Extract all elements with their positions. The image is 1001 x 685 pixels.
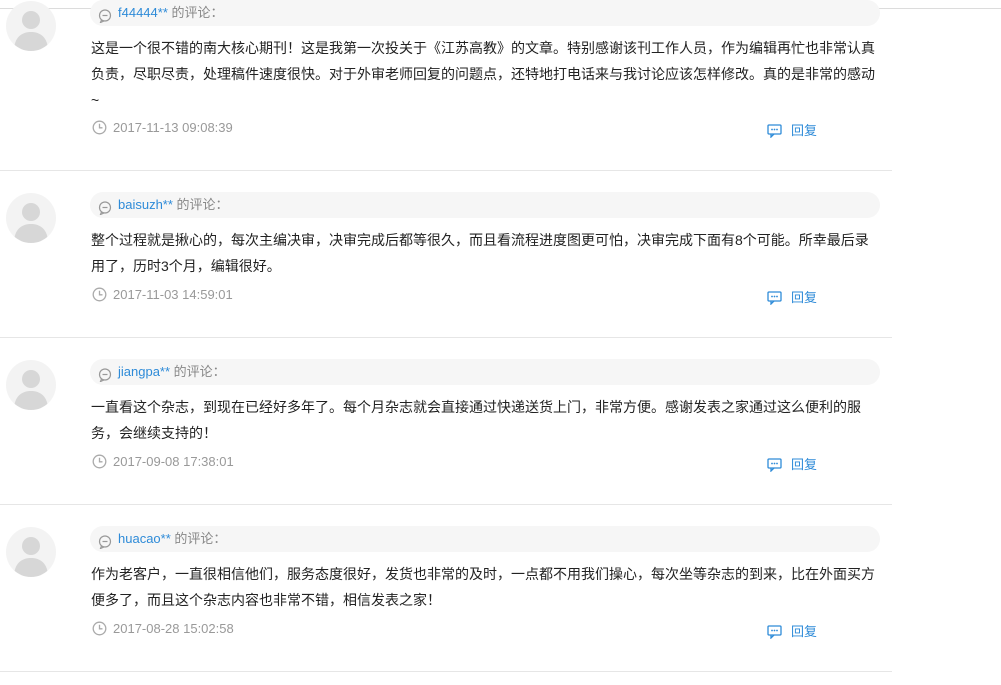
comment-text: 这是一个很不错的南大核心期刊！这是我第一次投关于《江苏高教》的文章。特别感谢该刊… [91,40,875,108]
comment-author[interactable]: jiangpa** 的评论： [118,359,226,385]
avatar [6,193,56,243]
reply-icon [767,458,783,476]
avatar [6,1,56,51]
comment-author-suffix: 的评论： [172,197,229,212]
comment-item: huacao** 的评论： 作为老客户，一直很相信他们，服务态度很好，发货也非常… [0,505,892,672]
avatar [6,527,56,577]
comment-author-bar: huacao** 的评论： [90,526,880,552]
comment-text: 作为老客户，一直很相信他们，服务态度很好，发货也非常的及时，一点都不用我们操心，… [91,566,875,608]
comment-author-bar: f44444** 的评论： [90,0,880,26]
comment-timestamp: 2017-11-13 09:08:39 [113,120,233,135]
comment-bubble-icon [98,198,112,224]
reply-label: 回复 [791,123,818,138]
clock-icon [92,454,107,473]
comment-text: 整个过程就是揪心的，每次主编决审，决审完成后都等很久，而且看流程进度图更可怕，决… [91,232,869,274]
comment-bubble-icon [98,532,112,558]
reply-icon [767,124,783,142]
comment-author[interactable]: baisuzh** 的评论： [118,192,229,218]
comment-item: baisuzh** 的评论： 整个过程就是揪心的，每次主编决审，决审完成后都等很… [0,171,892,338]
comment-item: f44444** 的评论： 这是一个很不错的南大核心期刊！这是我第一次投关于《江… [0,0,892,171]
comment-text: 一直看这个杂志，到现在已经好多年了。每个月杂志就会直接通过快递送货上门，非常方便… [91,399,861,441]
comment-author[interactable]: huacao** 的评论： [118,526,226,552]
reply-icon [767,625,783,643]
clock-icon [92,120,107,139]
comment-bubble-icon [98,365,112,391]
comment-bubble-icon [98,6,112,32]
clock-icon [92,621,107,640]
comment-author-suffix: 的评论： [170,531,227,546]
comment-timestamp: 2017-11-03 14:59:01 [113,287,233,302]
comment-author-suffix: 的评论： [167,5,224,20]
comment-author-suffix: 的评论： [170,364,226,379]
comment-timestamp: 2017-09-08 17:38:01 [113,454,234,469]
reply-label: 回复 [791,624,818,639]
avatar [6,360,56,410]
comment-author-bar: baisuzh** 的评论： [90,192,880,218]
reply-label: 回复 [791,290,818,305]
reply-label: 回复 [791,457,818,472]
comment-author[interactable]: f44444** 的评论： [118,0,224,26]
comment-item: jiangpa** 的评论： 一直看这个杂志，到现在已经好多年了。每个月杂志就会… [0,338,892,505]
comment-timestamp: 2017-08-28 15:02:58 [113,621,234,636]
comment-author-bar: jiangpa** 的评论： [90,359,880,385]
reply-icon [767,291,783,309]
clock-icon [92,287,107,306]
